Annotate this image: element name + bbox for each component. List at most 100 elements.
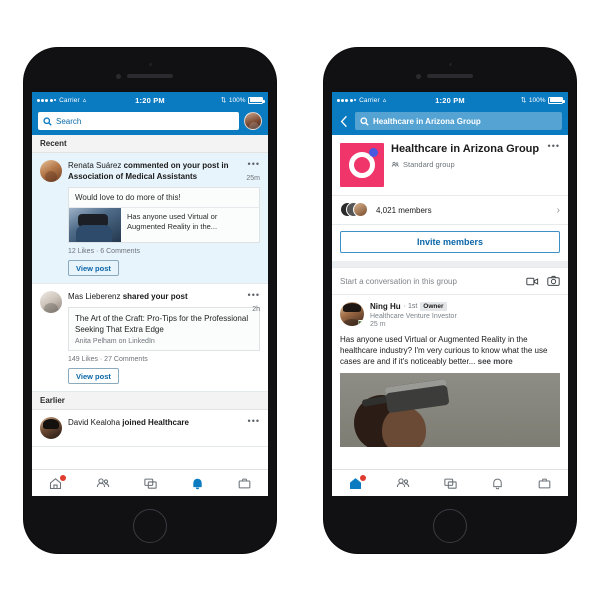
post-body-text: Has anyone used Virtual or Augmented Rea… xyxy=(340,335,548,366)
tab-jobs[interactable] xyxy=(221,470,268,496)
post-image-vr-headset xyxy=(384,378,450,414)
briefcase-icon xyxy=(538,478,551,488)
search-icon xyxy=(360,116,369,126)
engagement-meta: 12 Likes · 6 Comments xyxy=(68,248,140,255)
overflow-menu-icon[interactable]: ••• xyxy=(548,142,560,151)
camera-icon[interactable] xyxy=(547,275,560,287)
members-row[interactable]: 4,021 members › xyxy=(332,196,568,225)
avatar[interactable] xyxy=(244,112,262,130)
presence-badge-icon xyxy=(358,320,364,326)
battery-icon xyxy=(248,96,265,104)
home-badge xyxy=(358,474,367,482)
notification-actor: Renata Suárez xyxy=(68,161,122,170)
search-icon xyxy=(43,116,52,126)
tab-notifications[interactable] xyxy=(474,470,521,496)
status-bar-left: Carrier ▵ 1:20 PM ⇅ 100% xyxy=(32,92,268,108)
members-count: 4,021 members xyxy=(376,205,432,215)
tab-my-network[interactable] xyxy=(379,470,426,496)
phone-device-left: Carrier ▵ 1:20 PM ⇅ 100% Search Recent R… xyxy=(24,48,276,553)
preview-row: Has anyone used Virtual or Augmented Rea… xyxy=(69,208,259,242)
avatar xyxy=(40,417,62,439)
notification-card[interactable]: David Kealoha joined Healthcare ••• xyxy=(32,410,268,447)
notification-body: David Kealoha joined Healthcare xyxy=(68,417,260,439)
timestamp: 25m xyxy=(246,175,260,182)
post-image[interactable] xyxy=(340,373,560,447)
back-chevron-icon[interactable] xyxy=(338,112,350,130)
overflow-menu-icon[interactable]: ••• xyxy=(248,160,260,169)
post-image-face xyxy=(382,407,426,447)
overflow-menu-icon[interactable]: ••• xyxy=(248,291,260,300)
overflow-menu-icon[interactable]: ••• xyxy=(248,417,260,426)
front-camera-icon xyxy=(416,74,421,79)
section-header-earlier: Earlier xyxy=(32,392,268,410)
nav-bar-right: Healthcare in Arizona Group xyxy=(332,108,568,135)
tab-my-network[interactable] xyxy=(79,470,126,496)
tab-notifications[interactable] xyxy=(174,470,221,496)
battery-icon xyxy=(548,96,565,104)
view-post-button[interactable]: View post xyxy=(68,368,119,384)
notification-card[interactable]: Mas Lieberenz shared your post The Art o… xyxy=(32,284,268,392)
article-preview-body: The Art of the Craft: Pro-Tips for the P… xyxy=(69,308,259,350)
post-header: Ning Hu · 1st Owner Healthcare Venture I… xyxy=(340,302,560,328)
timestamp: 2h xyxy=(252,306,260,313)
member-avatars-stack xyxy=(340,202,370,218)
search-input[interactable]: Search xyxy=(38,112,239,130)
composer-row[interactable]: Start a conversation in this group xyxy=(332,267,568,295)
group-page[interactable]: Healthcare in Arizona Group Standard gro… xyxy=(332,135,568,496)
briefcase-icon xyxy=(238,478,251,488)
notification-actor: David Kealoha xyxy=(68,418,121,427)
phone-device-right: Carrier ▵ 1:20 PM ⇅ 100% Healthcare in A… xyxy=(324,48,576,553)
tab-home[interactable] xyxy=(32,470,79,496)
engagement-meta: 149 Likes · 27 Comments xyxy=(68,356,148,363)
invite-members-button[interactable]: Invite members xyxy=(340,231,560,253)
bell-icon xyxy=(492,478,502,489)
post-author-degree: · 1st xyxy=(403,303,418,310)
chevron-right-icon[interactable]: › xyxy=(557,205,560,216)
section-header-recent: Recent xyxy=(32,135,268,153)
owner-badge: Owner xyxy=(420,302,447,311)
notification-action: joined Healthcare xyxy=(122,418,189,427)
tab-messaging[interactable] xyxy=(126,470,173,496)
group-header: Healthcare in Arizona Group Standard gro… xyxy=(332,135,568,196)
notifications-feed[interactable]: Recent Renata Suárez commented on your p… xyxy=(32,135,268,496)
article-source: Anita Pelham on LinkedIn xyxy=(75,338,155,345)
search-input[interactable]: Healthcare in Arizona Group xyxy=(355,112,562,130)
notification-card[interactable]: Renata Suárez commented on your post in … xyxy=(32,153,268,284)
home-badge xyxy=(58,474,67,482)
proximity-sensor-icon xyxy=(149,63,152,66)
tab-home[interactable] xyxy=(332,470,379,496)
earpiece-speaker xyxy=(427,74,473,78)
tab-jobs[interactable] xyxy=(521,470,568,496)
screenshot-canvas: Carrier ▵ 1:20 PM ⇅ 100% Search Recent R… xyxy=(0,0,600,600)
home-button-right[interactable] xyxy=(433,509,467,543)
notification-body: Mas Lieberenz shared your post The Art o… xyxy=(68,291,260,384)
preview-thumbnail-image xyxy=(69,208,121,242)
post-author-name: Ning Hu xyxy=(370,302,401,311)
group-title: Healthcare in Arizona Group xyxy=(391,143,540,155)
preview-text: Has anyone used Virtual or Augmented Rea… xyxy=(127,212,218,231)
post-author-block: Ning Hu · 1st Owner Healthcare Venture I… xyxy=(370,302,560,328)
post-preview-card[interactable]: Would love to do more of this! Has anyon… xyxy=(68,187,260,243)
home-button-left[interactable] xyxy=(133,509,167,543)
status-time: 1:20 PM xyxy=(135,95,165,105)
invite-section: Invite members xyxy=(332,225,568,261)
post-author-headline: Healthcare Venture Investor xyxy=(370,312,457,320)
tab-messaging[interactable] xyxy=(426,470,473,496)
notification-title: David Kealoha joined Healthcare xyxy=(68,417,260,428)
group-post[interactable]: Ning Hu · 1st Owner Healthcare Venture I… xyxy=(332,295,568,452)
avatar xyxy=(40,160,62,182)
nav-bar-left: Search xyxy=(32,108,268,135)
search-placeholder: Search xyxy=(56,116,82,126)
people-icon xyxy=(96,478,109,488)
see-more-link[interactable]: see more xyxy=(478,357,513,366)
view-post-button[interactable]: View post xyxy=(68,260,119,276)
article-preview-card[interactable]: The Art of the Craft: Pro-Tips for the P… xyxy=(68,307,260,351)
status-bar-right: Carrier ▵ 1:20 PM ⇅ 100% xyxy=(332,92,568,108)
notification-action: shared your post xyxy=(122,292,188,301)
bottom-tab-bar-left[interactable] xyxy=(32,469,268,496)
bottom-tab-bar-right[interactable] xyxy=(332,469,568,496)
video-camera-icon[interactable] xyxy=(526,276,539,287)
notification-body: Renata Suárez commented on your post in … xyxy=(68,160,260,276)
article-title: The Art of the Craft: Pro-Tips for the P… xyxy=(75,314,249,334)
group-type-row: Standard group xyxy=(391,160,560,169)
